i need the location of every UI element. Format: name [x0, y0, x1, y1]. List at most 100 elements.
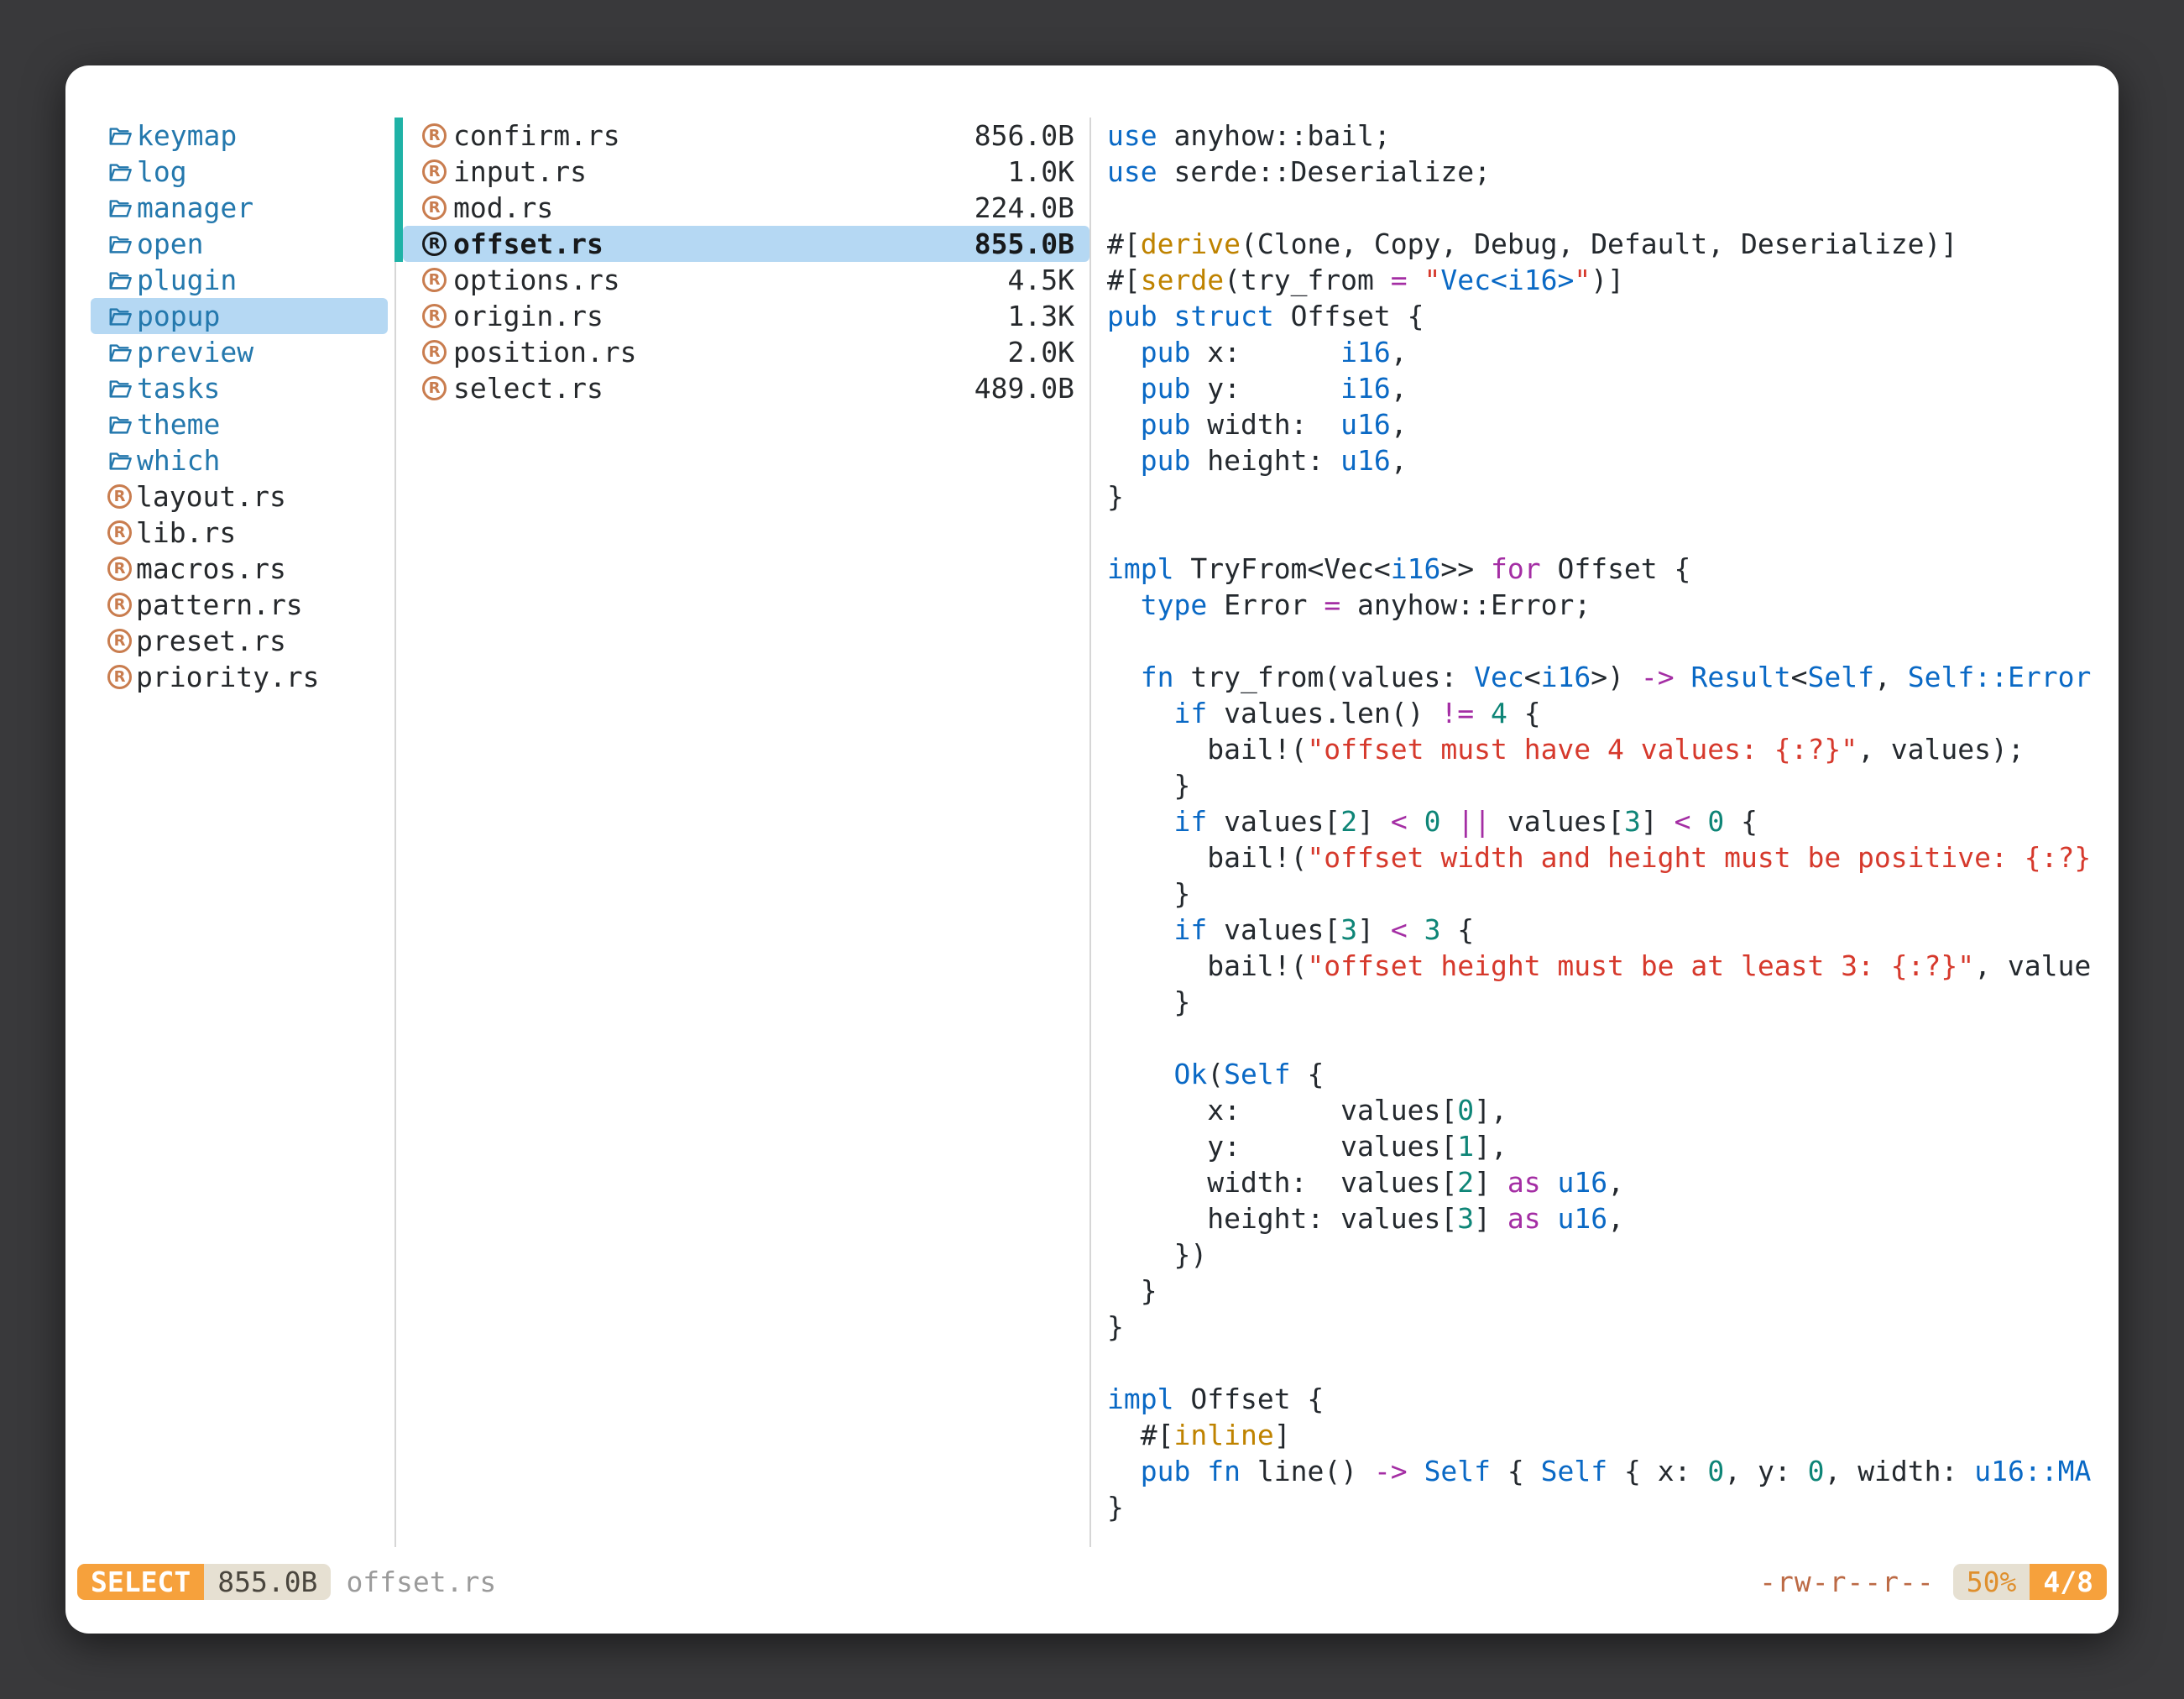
rust-file-icon: R	[107, 629, 132, 653]
code-line: height: values[3] as u16,	[1107, 1200, 2119, 1236]
sidebar-item-lib.rs[interactable]: Rlib.rs	[91, 515, 388, 551]
code-line: }	[1107, 984, 2119, 1020]
code-line	[1107, 190, 2119, 226]
code-line: #[serde(try_from = "Vec<i16>")]	[1107, 262, 2119, 298]
file-row-select.rs[interactable]: Rselect.rs 489.0B	[403, 370, 1089, 406]
code-line: }	[1107, 1273, 2119, 1309]
sidebar-item-popup[interactable]: popup	[91, 298, 388, 334]
file-name: priority.rs	[136, 661, 320, 693]
status-filename: offset.rs	[346, 1566, 496, 1598]
open-folder-icon	[107, 232, 133, 257]
sidebar-item-priority.rs[interactable]: Rpriority.rs	[91, 659, 388, 695]
sidebar-folder-list: keymaplogmanageropen pluginpopuppreviewta…	[91, 118, 388, 478]
open-folder-icon	[107, 159, 133, 185]
folder-name: log	[137, 155, 187, 188]
file-name: select.rs	[453, 372, 603, 405]
code-lines: use anyhow::bail;use serde::Deserialize;…	[1107, 118, 2119, 1525]
file-size: 2.0K	[1008, 336, 1074, 369]
sidebar-item-which[interactable]: which	[91, 442, 388, 478]
code-line: x: values[0],	[1107, 1092, 2119, 1128]
code-line	[1107, 1345, 2119, 1381]
sidebar-item-macros.rs[interactable]: Rmacros.rs	[91, 551, 388, 587]
code-line: pub fn line() -> Self { Self { x: 0, y: …	[1107, 1453, 2119, 1489]
file-size: 489.0B	[974, 372, 1074, 405]
folder-name: preview	[137, 336, 253, 369]
file-manager-window: keymaplogmanageropen pluginpopuppreviewta…	[65, 65, 2119, 1634]
rust-file-icon: R	[422, 376, 447, 400]
code-line: bail!("offset height must be at least 3:…	[1107, 948, 2119, 984]
file-size: 856.0B	[974, 119, 1074, 152]
file-row-confirm.rs[interactable]: Rconfirm.rs856.0B	[403, 118, 1089, 154]
code-line: pub struct Offset {	[1107, 298, 2119, 334]
file-row-options.rs[interactable]: Roptions.rs4.5K	[403, 262, 1089, 298]
sidebar-item-plugin[interactable]: plugin	[91, 262, 388, 298]
folder-name: tasks	[137, 372, 220, 405]
status-right: -rw-r--r-- 50% 4/8	[1759, 1564, 2107, 1600]
file-row-offset.rs[interactable]: Roffset.rs855.0B	[403, 226, 1089, 262]
file-name: pattern.rs	[136, 588, 303, 621]
sidebar-item-pattern.rs[interactable]: Rpattern.rs	[91, 587, 388, 623]
file-size: 4.5K	[1008, 264, 1074, 296]
rust-file-icon: R	[422, 268, 447, 292]
sidebar-item-keymap[interactable]: keymap	[91, 118, 388, 154]
open-folder-icon	[107, 448, 133, 473]
sidebar-item-log[interactable]: log	[91, 154, 388, 190]
sidebar-item-preview[interactable]: preview	[91, 334, 388, 370]
sidebar-item-open[interactable]: open	[91, 226, 388, 262]
code-line: type Error = anyhow::Error;	[1107, 587, 2119, 623]
file-name: input.rs	[453, 155, 587, 188]
code-line: Ok(Self {	[1107, 1056, 2119, 1092]
code-line: bail!("offset must have 4 values: {:?}",…	[1107, 731, 2119, 767]
file-name: layout.rs	[136, 480, 286, 513]
file-name: origin.rs	[453, 300, 603, 332]
code-line: }	[1107, 478, 2119, 515]
file-row-mod.rs[interactable]: Rmod.rs224.0B	[403, 190, 1089, 226]
sidebar-item-tasks[interactable]: tasks	[91, 370, 388, 406]
code-line: bail!("offset width and height must be p…	[1107, 839, 2119, 876]
file-row-input.rs[interactable]: Rinput.rs 1.0K	[403, 154, 1089, 190]
code-line: #[derive(Clone, Copy, Debug, Default, De…	[1107, 226, 2119, 262]
code-line: fn try_from(values: Vec<i16>) -> Result<…	[1107, 659, 2119, 695]
code-line: if values.len() != 4 {	[1107, 695, 2119, 731]
file-size: 1.3K	[1008, 300, 1074, 332]
permissions-text: -rw-r--r--	[1759, 1566, 1935, 1598]
preview-pane: use anyhow::bail;use serde::Deserialize;…	[1091, 118, 2119, 1547]
file-name: macros.rs	[136, 552, 286, 585]
folder-name: which	[137, 444, 220, 477]
folder-name: open	[137, 227, 203, 260]
code-line	[1107, 1020, 2119, 1056]
open-folder-icon	[107, 340, 133, 365]
file-size: 1.0K	[1008, 155, 1074, 188]
file-rows: Rconfirm.rs856.0B Rinput.rs 1.0KRmod.rs224…	[396, 118, 1089, 406]
code-line: use serde::Deserialize;	[1107, 154, 2119, 190]
code-line: }	[1107, 767, 2119, 803]
folder-name: keymap	[137, 119, 237, 152]
current-pane: Rconfirm.rs856.0B Rinput.rs 1.0KRmod.rs224…	[394, 118, 1091, 1547]
code-line: width: values[2] as u16,	[1107, 1164, 2119, 1200]
code-line: }	[1107, 1309, 2119, 1345]
folder-name: plugin	[137, 264, 237, 296]
position-badge: 4/8	[2030, 1564, 2107, 1600]
folder-name: theme	[137, 408, 220, 441]
sidebar-item-layout.rs[interactable]: Rlayout.rs	[91, 478, 388, 515]
size-badge: 855.0B	[204, 1564, 331, 1600]
rust-file-icon: R	[422, 159, 447, 184]
code-line: impl TryFrom<Vec<i16>> for Offset {	[1107, 551, 2119, 587]
file-size: 224.0B	[974, 191, 1074, 224]
file-name: offset.rs	[453, 227, 603, 260]
code-line: pub width: u16,	[1107, 406, 2119, 442]
code-line: })	[1107, 1236, 2119, 1273]
mode-badge: SELECT	[77, 1564, 204, 1600]
parent-pane: keymaplogmanageropen pluginpopuppreviewta…	[65, 118, 394, 1547]
file-row-position.rs[interactable]: Rposition.rs2.0K	[403, 334, 1089, 370]
scrollbar-thumb[interactable]	[394, 118, 403, 262]
sidebar-item-manager[interactable]: manager	[91, 190, 388, 226]
sidebar-item-theme[interactable]: theme	[91, 406, 388, 442]
status-left: SELECT 855.0B offset.rs	[77, 1564, 496, 1600]
file-row-origin.rs[interactable]: Rorigin.rs1.3K	[403, 298, 1089, 334]
file-size: 855.0B	[974, 227, 1074, 260]
code-line: impl Offset {	[1107, 1381, 2119, 1417]
sidebar-file-list: Rlayout.rsRlib.rsRmacros.rsRpattern.rsRp…	[91, 478, 388, 695]
sidebar-item-preset.rs[interactable]: Rpreset.rs	[91, 623, 388, 659]
folder-name: manager	[137, 191, 253, 224]
